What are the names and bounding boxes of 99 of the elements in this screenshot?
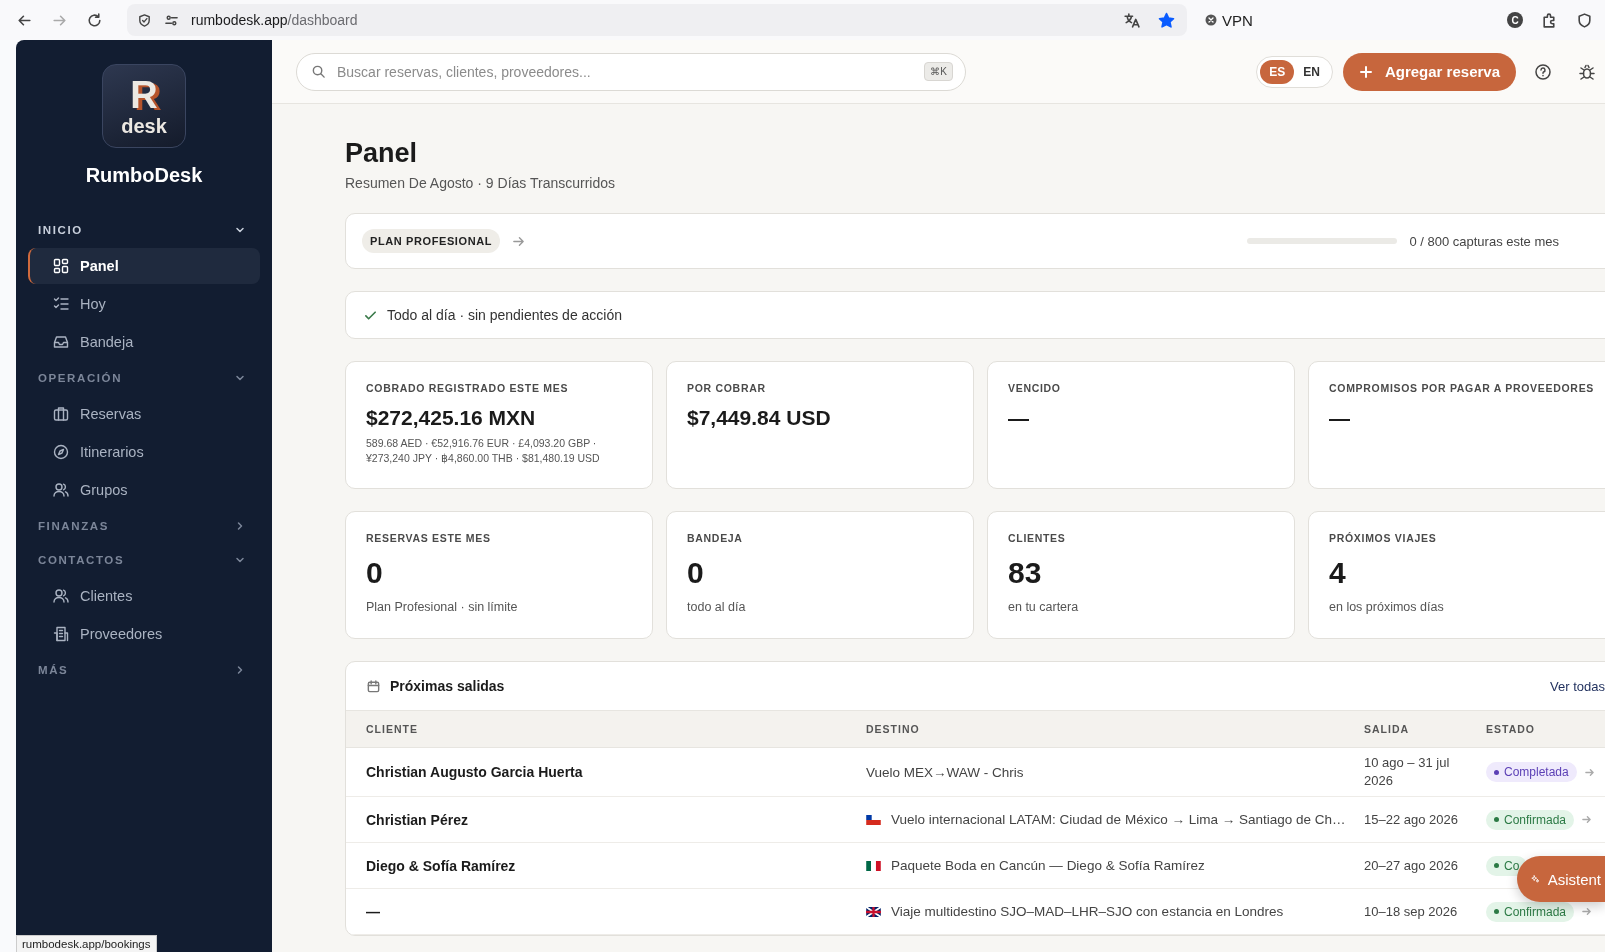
table-cell: Viaje multidestino SJO–MAD–LHR–SJO con estancia en Londres — [891, 904, 1284, 920]
reload-icon[interactable] — [86, 11, 103, 29]
sidebar-item[interactable]: Clientes — [28, 578, 260, 614]
help-icon[interactable] — [1534, 62, 1552, 81]
column-header: SALIDA — [1364, 723, 1411, 735]
puzzle-icon[interactable] — [1541, 11, 1558, 29]
compass-icon — [52, 443, 70, 461]
plus-icon — [1358, 64, 1373, 79]
stat-note: en los próximos días — [1329, 600, 1445, 614]
stat-label: COMPROMISOS POR PAGAR A PROVEEDORES — [1329, 382, 1595, 394]
sidebar-item[interactable]: Hoy — [28, 286, 260, 322]
table-cell: Vuelo MEX→WAW - Chris — [866, 764, 1024, 780]
usage-text: 0 / 800 capturas este mes — [1409, 233, 1559, 249]
notice-text: Todo al día · sin pendientes de acción — [387, 307, 623, 323]
nav-section-header[interactable]: OPERACIÓN — [28, 361, 260, 395]
search-field[interactable]: Buscar reservas, clientes, proveedores... — [335, 62, 925, 81]
address-bar[interactable]: rumbodesk.app/dashboard — [127, 4, 1187, 36]
calendar-icon — [366, 678, 381, 694]
stat-label: POR COBRAR — [687, 382, 767, 394]
arrow-right-icon[interactable] — [512, 234, 526, 248]
stat-value: 0 — [687, 556, 705, 590]
table-cell-text: 20–27 ago 2026 — [1364, 856, 1459, 875]
arrow-right-icon[interactable] — [1582, 907, 1592, 917]
nav-section-header[interactable]: INICIO — [28, 213, 260, 247]
grid-icon — [52, 257, 70, 275]
table-cell-text: 10 ago – 31 jul 2026 — [1364, 754, 1451, 791]
stat-note: todo al día — [687, 600, 747, 614]
page-subtitle: Resumen De Agosto · 9 Días Transcurridos — [345, 175, 616, 191]
check-icon — [364, 308, 377, 322]
section-title: Próximas salidas — [390, 678, 505, 694]
stat-note: en tu cartera — [1008, 600, 1080, 614]
table-cell-text: 15–22 ago 2026 — [1364, 810, 1459, 829]
sidebar-item[interactable]: Itinerarios — [28, 434, 260, 470]
url-text: rumbodesk.app/dashboard — [191, 12, 358, 28]
language-option[interactable]: ES — [1260, 59, 1295, 84]
stat-label: CLIENTES — [1008, 532, 1067, 544]
table-cell-text: Christian Augusto Garcia Huerta — [366, 764, 584, 781]
stat-value: 4 — [1329, 556, 1347, 590]
nav-section-header[interactable]: MÁS — [28, 653, 260, 687]
flag-icon — [866, 906, 881, 917]
sidebar-item[interactable]: Reservas — [28, 396, 260, 432]
star-icon[interactable] — [1158, 11, 1175, 29]
table-cell-text: 10–18 sep 2026 — [1364, 902, 1459, 921]
column-header: DESTINO — [866, 723, 921, 735]
table-cell: Paquete Boda en Cancún — Diego & Sofía Ramírez — [891, 858, 1205, 874]
nav-section-header[interactable]: CONTACTOS — [28, 543, 260, 577]
view-all-link[interactable]: Ver todas — [1550, 678, 1605, 694]
translate-icon[interactable] — [1123, 11, 1140, 29]
stat-value: $272,425.16 MXN — [366, 406, 537, 430]
bug-icon[interactable] — [1578, 62, 1596, 81]
page-title: Panel — [345, 138, 419, 169]
sidebar-item[interactable]: Panel — [28, 248, 260, 284]
logo-tile: R desk — [102, 64, 186, 148]
stat-note: Plan Profesional · sin límite — [366, 600, 519, 614]
checklist-icon — [52, 295, 70, 313]
language-option[interactable]: EN — [1294, 59, 1329, 84]
add-booking-button[interactable]: Agregar reserva — [1342, 52, 1516, 91]
table-cell-text: Christian Pérez — [366, 811, 469, 828]
users-icon — [52, 587, 70, 605]
search-icon — [311, 64, 326, 79]
stat-label: RESERVAS ESTE MES — [366, 532, 492, 544]
status-badge: Confirmada — [1486, 809, 1575, 830]
nav-section-header[interactable]: FINANZAS — [28, 509, 260, 543]
sidebar-item[interactable]: Grupos — [28, 472, 260, 508]
brand-name: RumboDesk — [84, 164, 204, 187]
flag-icon — [866, 814, 881, 825]
suitcase-icon — [52, 405, 70, 423]
status-badge: Confirmada — [1486, 901, 1575, 922]
close-icon[interactable] — [1205, 14, 1217, 26]
table-cell-text: — — [366, 903, 381, 920]
flag-icon — [866, 860, 881, 871]
stat-value: 0 — [366, 556, 384, 590]
status-badge: Completada — [1486, 762, 1577, 783]
building-icon — [52, 625, 70, 643]
sidebar-item[interactable]: Bandeja — [28, 324, 260, 360]
stat-value: $7,449.84 USD — [687, 406, 832, 430]
stat-note: 589.68 AED · €52,916.76 EUR · £4,093.20 GBP · ¥273,240 JPY · ฿4,860.00 THB · $81,480.19 USD — [366, 436, 601, 467]
link-preview-tooltip: rumbodesk.app/bookings — [16, 935, 157, 952]
vpn-button[interactable]: VPN — [1205, 11, 1253, 29]
stat-label: VENCIDO — [1008, 382, 1062, 394]
column-header: ESTADO — [1486, 723, 1536, 735]
shortcut-hint: ⌘K — [924, 62, 953, 81]
stat-label: BANDEJA — [687, 532, 744, 544]
plan-badge[interactable]: PLAN PROFESIONAL — [362, 229, 501, 253]
table-cell-text: Diego & Sofía Ramírez — [366, 857, 517, 874]
table-cell: Vuelo internacional LATAM: Ciudad de México → Lima → Santiago de Ch… — [891, 812, 1346, 828]
stat-label: COBRADO REGISTRADO ESTE MES — [366, 382, 570, 394]
inbox-icon — [52, 333, 70, 351]
stat-label: PRÓXIMOS VIAJES — [1329, 532, 1438, 544]
profile-avatar[interactable]: C — [1507, 12, 1523, 28]
stat-value: 83 — [1008, 556, 1043, 590]
column-header: CLIENTE — [366, 723, 419, 735]
stat-value: — — [1008, 406, 1030, 430]
sidebar-item[interactable]: Proveedores — [28, 616, 260, 652]
users-icon — [52, 481, 70, 499]
shield-icon — [137, 12, 152, 28]
search-box[interactable]: Buscar reservas, clientes, proveedores... ⌘K — [296, 52, 966, 91]
shield-icon[interactable] — [1576, 11, 1593, 29]
stat-value: — — [1329, 406, 1351, 430]
